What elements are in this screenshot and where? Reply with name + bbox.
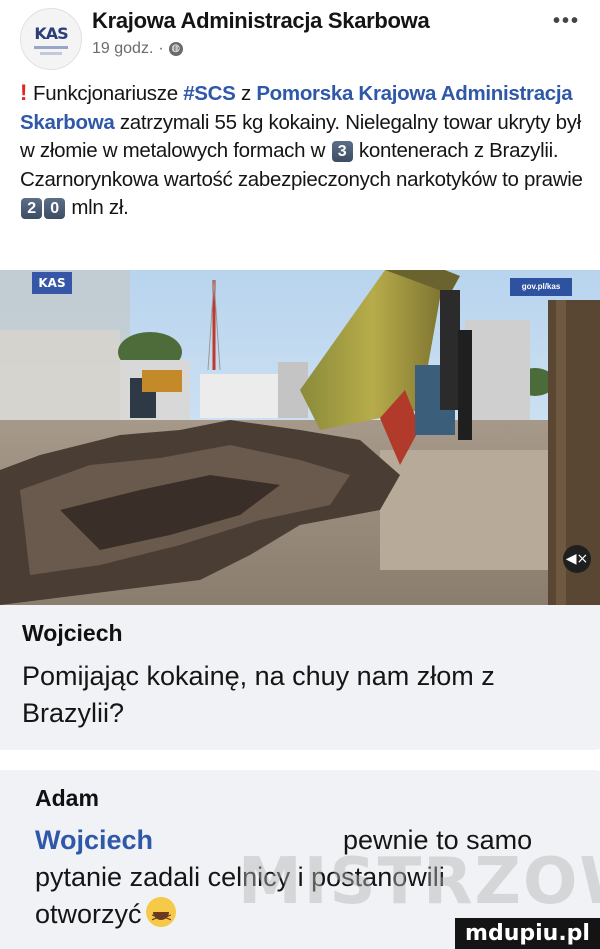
comment-text-line: otworzyć — [35, 896, 176, 937]
dot-separator: · — [158, 40, 164, 57]
page-avatar[interactable]: KAS — [20, 8, 82, 70]
comment-mention-link[interactable]: Wojciech — [35, 822, 153, 859]
site-watermark: mdupiu.pl — [455, 918, 600, 949]
more-options-button[interactable]: ••• — [553, 10, 580, 33]
scrapyard-illustration — [0, 270, 600, 605]
comment-author[interactable]: Adam — [35, 785, 99, 812]
text-segment: z — [235, 82, 257, 105]
keycap-zero-icon: 0 — [44, 198, 65, 219]
laughing-emoji-icon — [145, 897, 176, 937]
hashtag-link[interactable]: #SCS — [183, 82, 236, 105]
comment-text-line: pewnie to samo — [343, 825, 533, 855]
keycap-three-icon: 3 — [331, 141, 353, 162]
comment-bubble: Wojciech Pomijając kokainę, na chuy nam … — [0, 605, 600, 750]
globe-icon: ◍ — [168, 42, 183, 56]
text-segment: mln zł. — [66, 196, 129, 219]
logo-line — [34, 45, 68, 49]
text-segment: Funkcjonariusze — [33, 82, 184, 105]
comment-author[interactable]: Wojciech — [22, 620, 123, 647]
speaker-mute-icon[interactable]: ◀× — [563, 545, 591, 573]
post-photo[interactable]: KAS gov.pl/kas ◀× — [0, 270, 600, 605]
page-name[interactable]: Krajowa Administracja Skarbowa — [92, 8, 430, 34]
keycap-two-icon: 2 — [21, 198, 42, 219]
post-header: KAS Krajowa Administracja Skarbowa 19 go… — [0, 0, 600, 70]
comment-text-line: pytanie zadali celnicy i postanowili — [35, 862, 445, 892]
kas-badge: KAS — [32, 272, 72, 294]
comment-text-line: Pomijając kokainę, na chuy nam złom z — [22, 661, 495, 691]
gov-badge: gov.pl/kas — [510, 278, 572, 296]
logo-line — [40, 51, 62, 55]
exclamation-icon: ! — [20, 80, 28, 105]
post-time[interactable]: 19 godz. — [92, 40, 153, 58]
comment-text-line: Brazylii? — [22, 698, 125, 728]
post-text: ! Funkcjonariusze #SCS z Pomorska Krajowa… — [20, 79, 590, 223]
post-meta: 19 godz. · ◍ — [92, 40, 183, 58]
kas-logo-icon: KAS — [34, 23, 68, 43]
comment-text-segment: otworzyć — [35, 899, 142, 929]
